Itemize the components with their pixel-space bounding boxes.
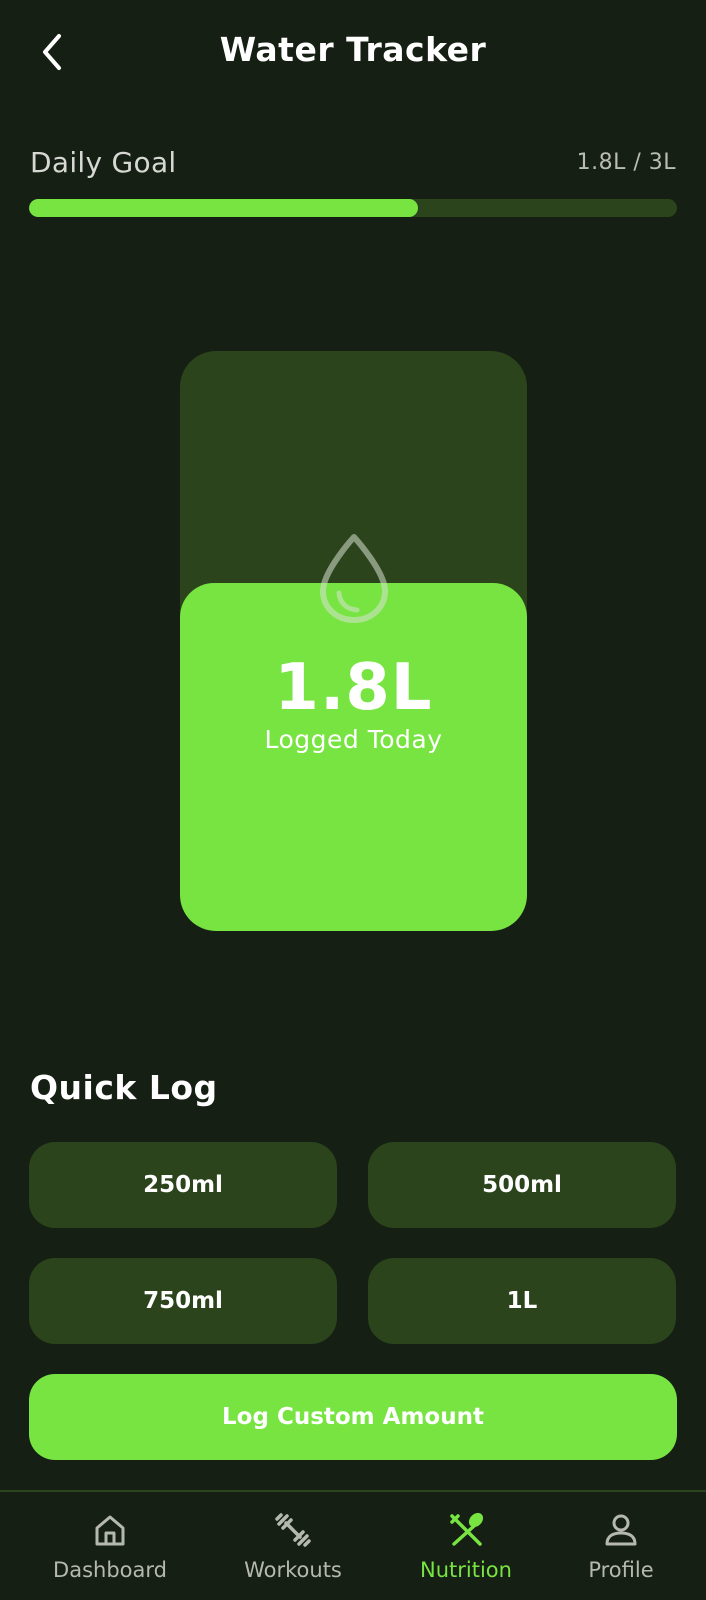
nav-item-workouts[interactable]: Workouts xyxy=(205,1492,381,1600)
water-level-fill xyxy=(180,583,527,931)
quick-log-1l-button[interactable]: 1L xyxy=(368,1258,676,1344)
logged-amount: 1.8L xyxy=(274,651,433,725)
nav-label-workouts: Workouts xyxy=(244,1558,342,1582)
quick-log-250ml-button[interactable]: 250ml xyxy=(29,1142,337,1228)
quick-log-title: Quick Log xyxy=(30,1068,218,1107)
water-drop-icon xyxy=(320,534,388,623)
nav-item-nutrition[interactable]: Nutrition xyxy=(378,1492,554,1600)
dumbbell-icon xyxy=(275,1513,311,1547)
quick-log-750ml-button[interactable]: 750ml xyxy=(29,1258,337,1344)
nav-item-profile[interactable]: Profile xyxy=(533,1492,706,1600)
header: Water Tracker xyxy=(0,0,706,110)
log-custom-amount-button[interactable]: Log Custom Amount xyxy=(29,1374,677,1460)
water-tracker-screen: Water Tracker Daily Goal 1.8L / 3L 1.8L … xyxy=(0,0,706,1600)
logged-amount-caption: Logged Today xyxy=(264,725,443,754)
daily-goal-label: Daily Goal xyxy=(30,146,177,179)
quick-log-500ml-button[interactable]: 500ml xyxy=(368,1142,676,1228)
nav-item-dashboard[interactable]: Dashboard xyxy=(22,1492,198,1600)
nav-label-nutrition: Nutrition xyxy=(420,1558,512,1582)
daily-goal-progress-fill xyxy=(29,199,418,217)
nav-label-profile: Profile xyxy=(588,1558,654,1582)
user-icon xyxy=(605,1514,637,1546)
water-bottle-visual: 1.8L Logged Today xyxy=(180,351,527,931)
bottom-navigation: Dashboard Workouts Nutrition Profile xyxy=(0,1490,706,1600)
page-title: Water Tracker xyxy=(219,30,487,69)
home-icon xyxy=(95,1515,125,1546)
utensils-icon xyxy=(450,1512,484,1546)
daily-goal-progress-bar xyxy=(29,199,677,217)
nav-label-dashboard: Dashboard xyxy=(53,1558,167,1582)
daily-goal-value: 1.8L / 3L xyxy=(576,150,676,175)
